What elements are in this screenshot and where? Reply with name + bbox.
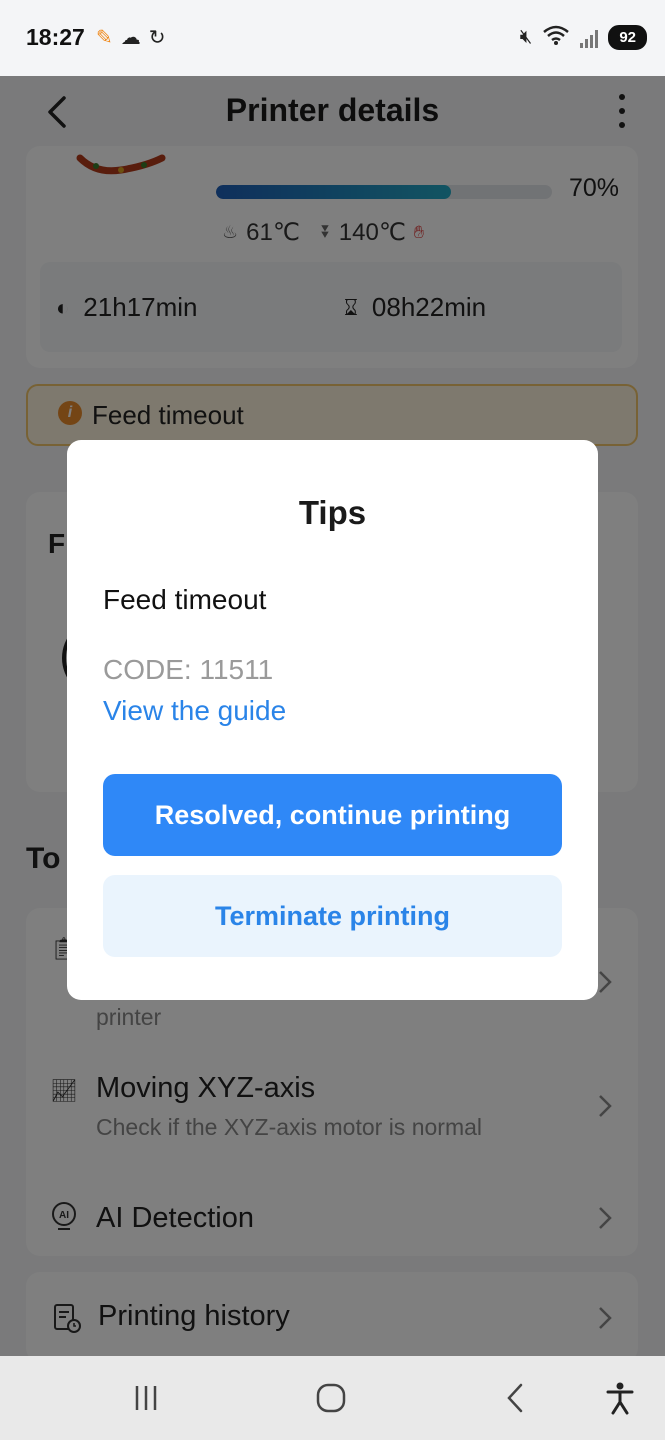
weather-icon: ☁ (120, 27, 141, 49)
sync-icon: ↻ (148, 27, 166, 49)
notification-icons: ✎ ☁ ↻ (96, 25, 166, 50)
status-bar: 18:27 ✎ ☁ ↻ 🔇︎ 92 (0, 0, 665, 76)
error-code: CODE: 11511 (103, 654, 274, 685)
app-notification-icon: ✎ (96, 27, 113, 49)
recent-apps-button[interactable] (124, 1376, 168, 1420)
nav-back-icon (507, 1383, 523, 1413)
mute-icon: 🔇︎ (519, 26, 533, 48)
wifi-icon (542, 24, 570, 51)
dialog-title: Tips (298, 494, 367, 531)
recent-apps-icon (135, 1386, 157, 1410)
view-guide-link[interactable]: View the guide (103, 695, 286, 727)
signal-icon (580, 28, 599, 48)
system-nav-bar (0, 1356, 665, 1440)
dialog-message: Feed timeout (103, 584, 267, 615)
battery-indicator: 92 (608, 25, 647, 50)
home-icon (316, 1383, 346, 1413)
terminate-printing-button[interactable]: Terminate printing (103, 875, 562, 957)
home-button[interactable] (309, 1376, 353, 1420)
accessibility-button[interactable] (598, 1376, 642, 1420)
nav-back-button[interactable] (494, 1376, 538, 1420)
status-time: 18:27 (26, 24, 85, 50)
continue-printing-button[interactable]: Resolved, continue printing (103, 774, 562, 856)
system-icons: 🔇︎ 92 (520, 24, 647, 51)
accessibility-icon (606, 1382, 634, 1415)
tips-dialog: Tips Feed timeout CODE: 11511 View the g… (67, 440, 598, 1000)
